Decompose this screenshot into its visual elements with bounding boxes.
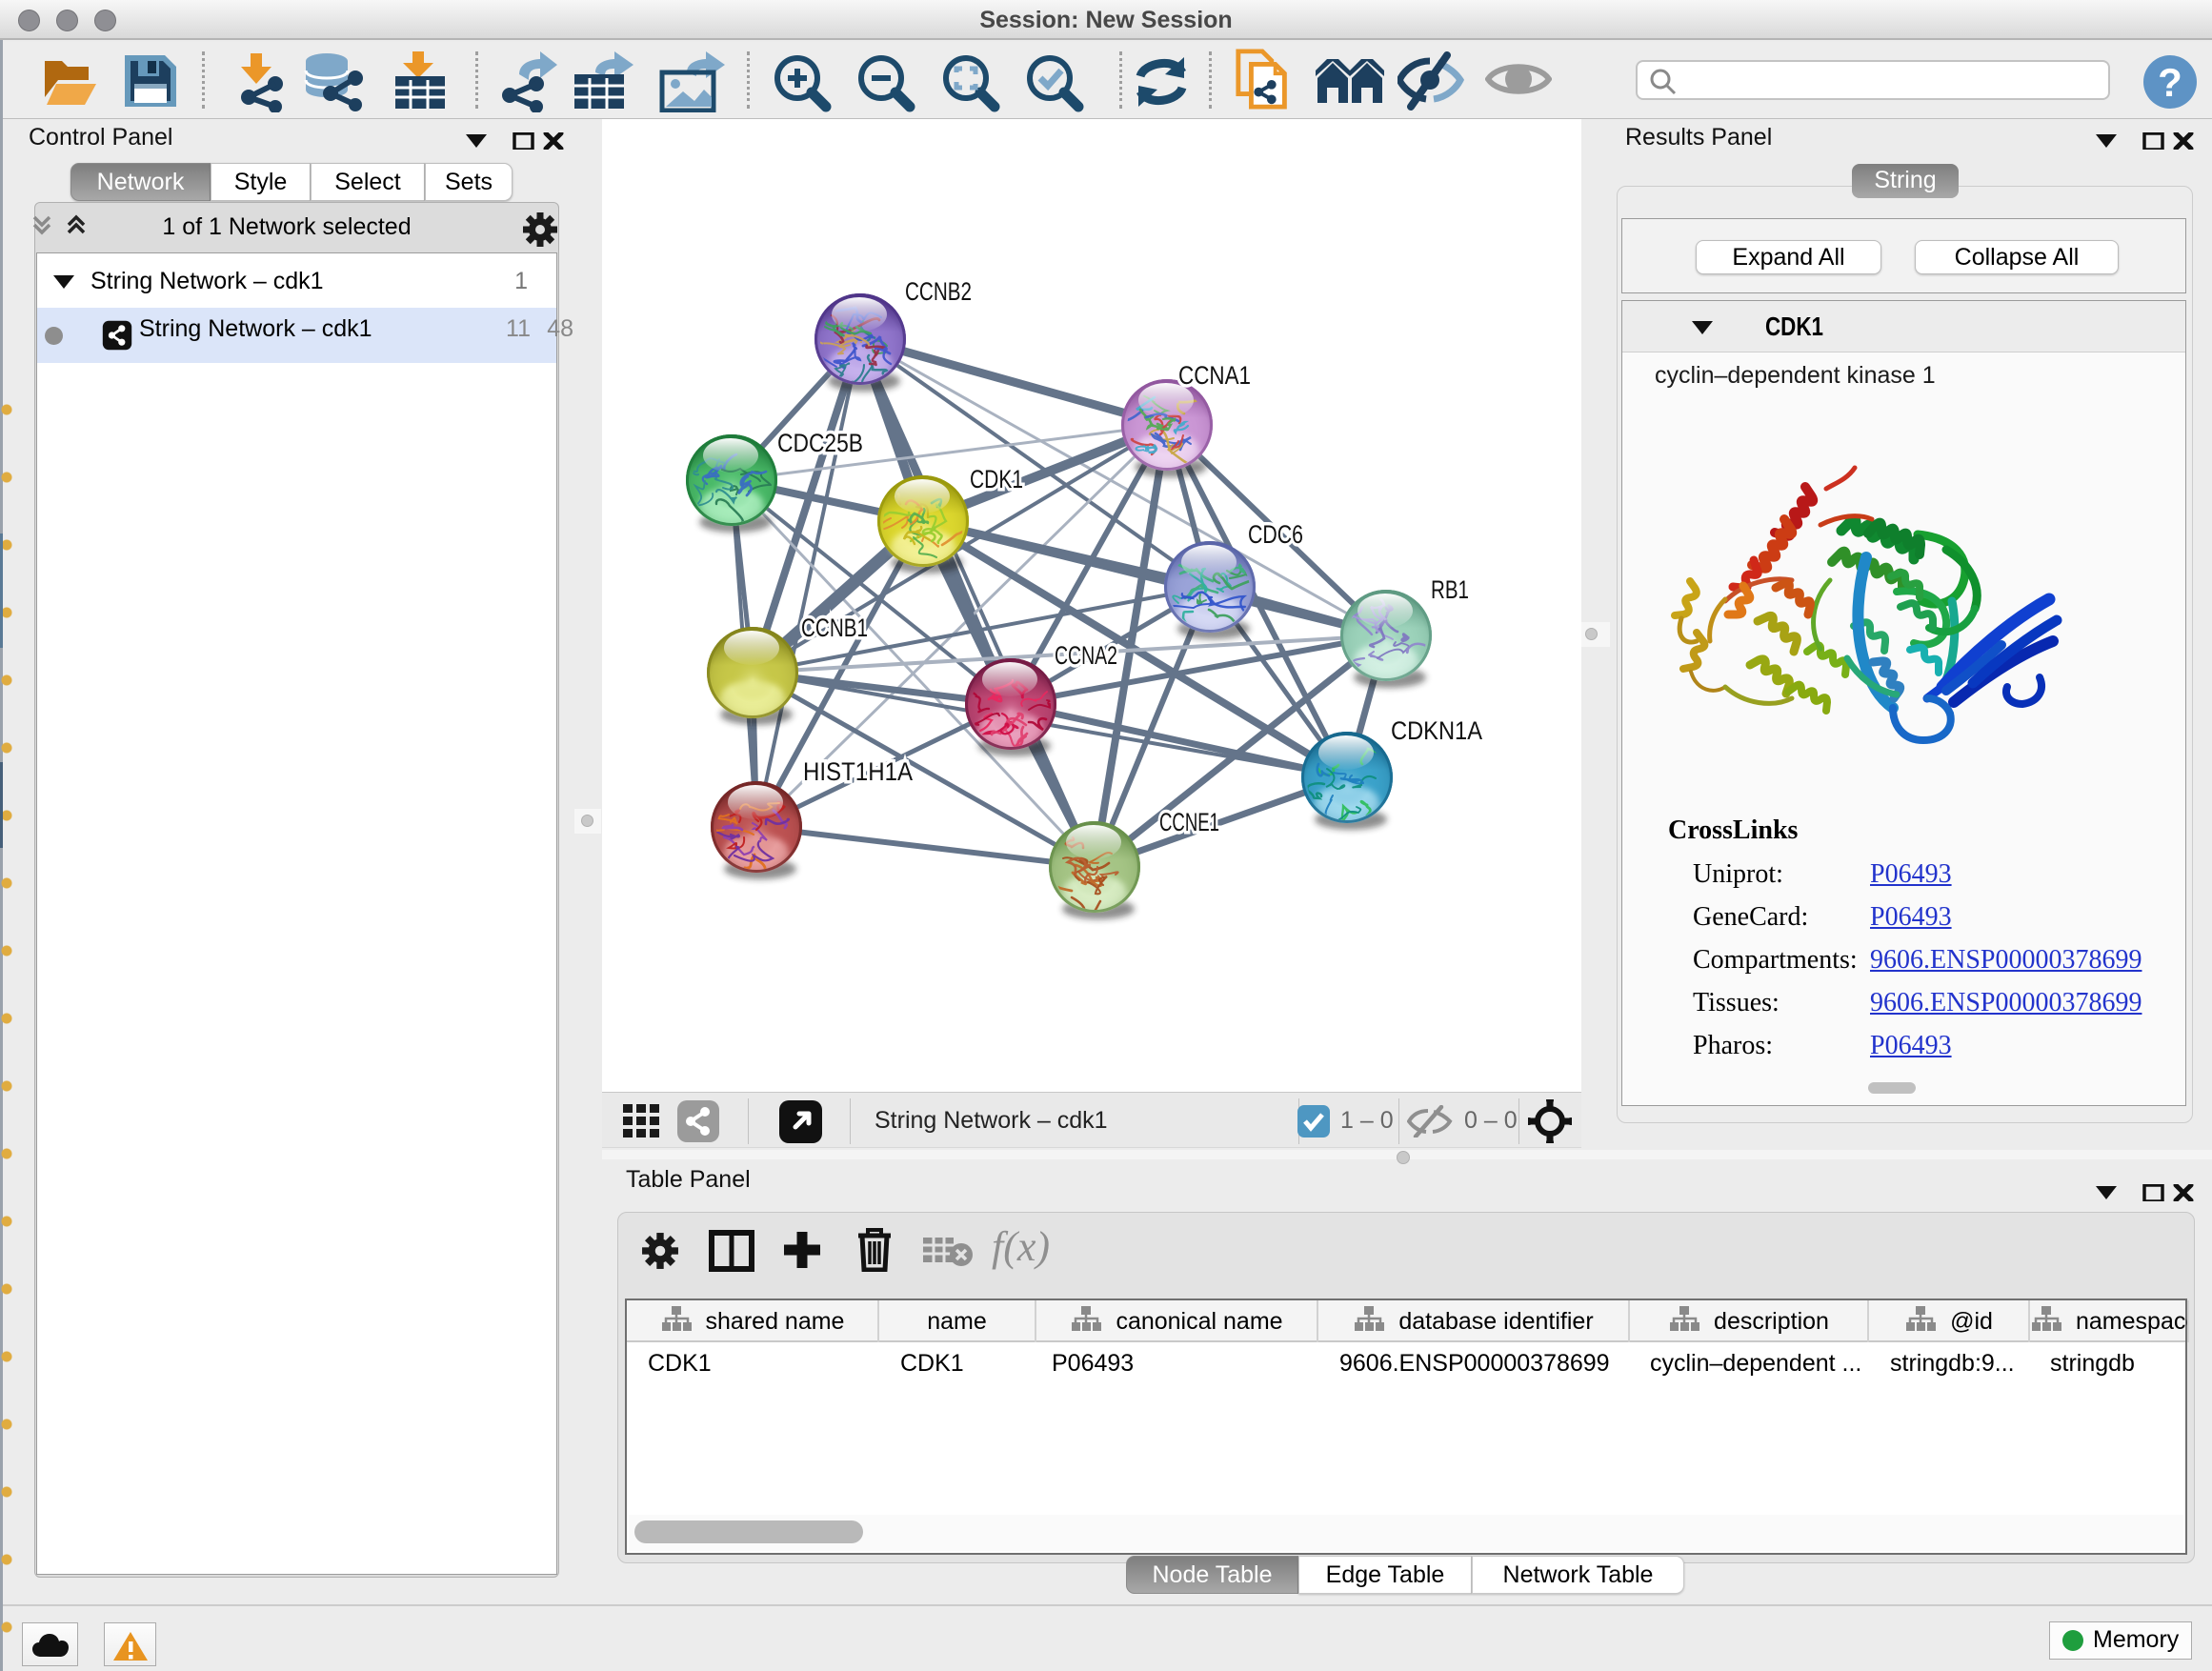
svg-text:HIST1H1A: HIST1H1A [803, 757, 913, 786]
svg-text:CDKN1A: CDKN1A [1391, 716, 1482, 745]
svg-text:CCNA1: CCNA1 [1178, 361, 1251, 390]
svg-text:RB1: RB1 [1431, 575, 1469, 604]
svg-text:CDC25B: CDC25B [777, 429, 863, 457]
svg-text:CDC6: CDC6 [1248, 520, 1303, 549]
svg-text:CCNB1: CCNB1 [801, 614, 868, 642]
svg-text:CCNE1: CCNE1 [1159, 808, 1219, 836]
svg-text:CCNA2: CCNA2 [1055, 641, 1117, 670]
svg-text:CCNB2: CCNB2 [905, 277, 972, 306]
svg-text:?: ? [2158, 60, 2182, 105]
svg-text:CDK1: CDK1 [970, 465, 1023, 493]
